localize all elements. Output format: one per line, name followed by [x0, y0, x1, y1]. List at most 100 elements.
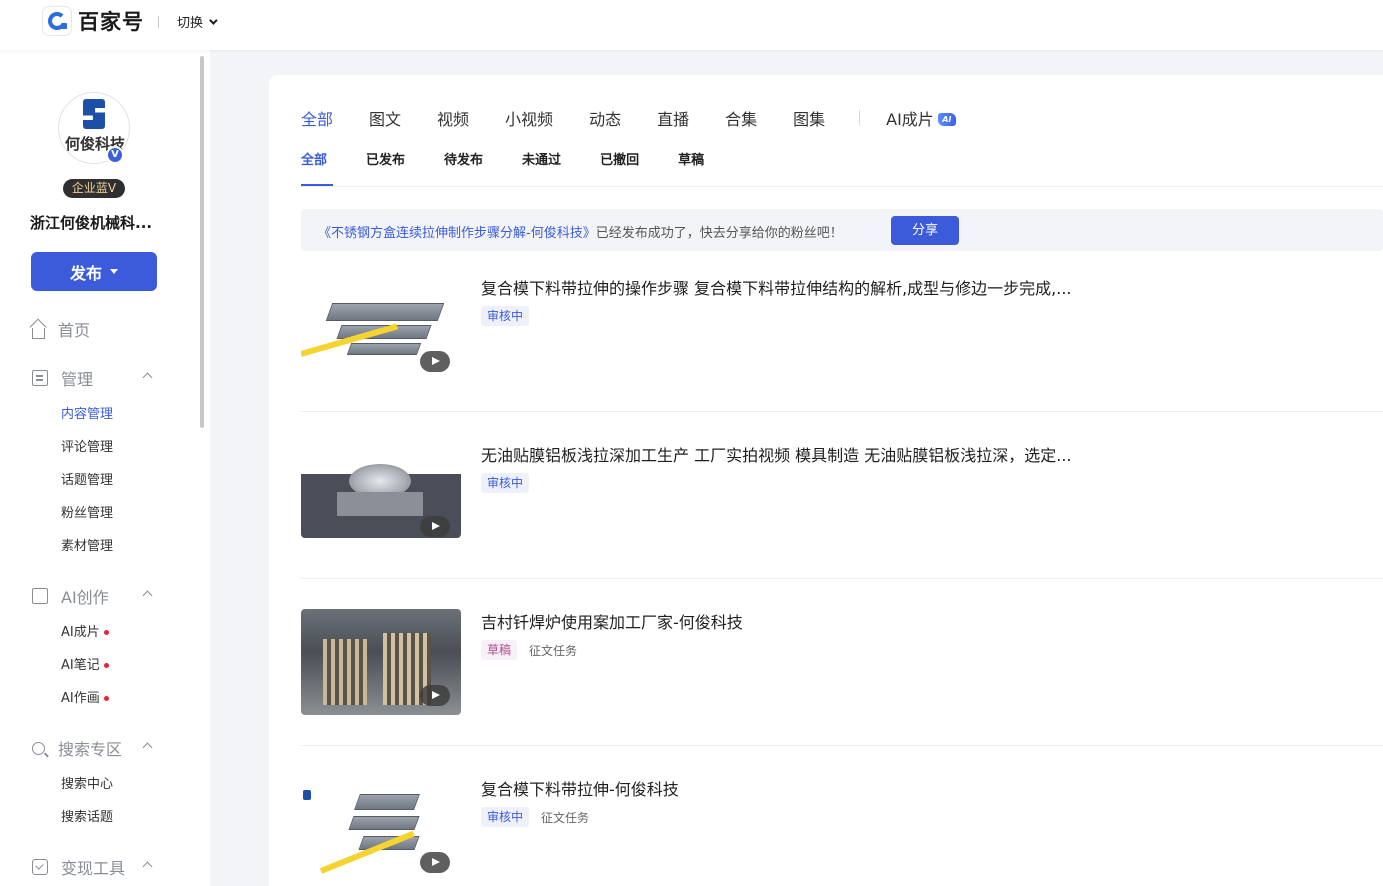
tab-short-video[interactable]: 小视频 [505, 106, 553, 130]
account-name[interactable]: 浙江何俊机械科... [30, 212, 170, 233]
status-tab-pending[interactable]: 待发布 [444, 149, 483, 168]
brand-logo-icon [303, 790, 311, 800]
header-divider [158, 16, 159, 28]
chevron-up-icon [142, 861, 153, 872]
search-icon [32, 741, 45, 755]
status-tab-rejected[interactable]: 未通过 [522, 149, 561, 168]
item-divider [301, 411, 1383, 412]
essay-task-tag: 征文任务 [541, 810, 590, 825]
sidebar-group-search[interactable]: 搜索专区 [32, 738, 153, 759]
status-tab-withdrawn[interactable]: 已撤回 [600, 149, 639, 168]
sidebar-item-label: AI笔记 [61, 658, 100, 673]
top-header: 百家号 切换 [0, 0, 1383, 50]
new-dot [103, 630, 109, 635]
publish-button[interactable]: 发布 [31, 252, 157, 291]
switch-label: 切换 [177, 16, 204, 31]
sidebar-item-label: AI作画 [61, 691, 100, 706]
chevron-down-icon [209, 15, 218, 25]
video-thumbnail[interactable] [301, 776, 461, 882]
sidebar-item-content-manage[interactable]: 内容管理 [61, 405, 113, 425]
die-plate [346, 343, 422, 355]
chevron-up-icon [142, 372, 153, 383]
tab-label: AI成片 [886, 110, 934, 129]
die-plate [348, 816, 420, 830]
sidebar-item-ai-video[interactable]: AI成片 [61, 623, 109, 643]
baijiahao-logo[interactable]: 百家号 [42, 6, 144, 36]
chevron-up-icon [142, 742, 153, 753]
status-tab-draft[interactable]: 草稿 [678, 149, 704, 168]
new-dot [103, 663, 109, 668]
tool-icon [32, 859, 48, 875]
sidebar-group-ai-create[interactable]: AI创作 [32, 586, 153, 607]
sidebar-scrollbar[interactable] [200, 56, 204, 428]
ai-badge-icon: AI [937, 113, 956, 126]
enterprise-badge: 企业蓝V [63, 179, 125, 198]
sidebar-item-home[interactable]: 首页 [32, 319, 91, 340]
tab-dynamic[interactable]: 动态 [589, 106, 621, 130]
sidebar-item-label: 首页 [58, 321, 91, 340]
sidebar-group-label: 变现工具 [61, 859, 126, 878]
sidebar: 何俊科技 V 企业蓝V 浙江何俊机械科... 发布 首页 管理 内容管理 评论管… [0, 50, 210, 886]
list-item[interactable]: 复合模下料带拉伸-何俊科技 审核中 征文任务 [301, 776, 1383, 886]
play-icon [420, 685, 450, 706]
status-tab-published[interactable]: 已发布 [366, 149, 405, 168]
doc-icon [32, 370, 48, 386]
item-title[interactable]: 复合模下料带拉伸的操作步骤 复合模下料带拉伸结构的解析,成型与修边一步完成,..… [481, 275, 1072, 299]
item-tags: 审核中 [481, 473, 530, 493]
status-badge: 审核中 [481, 473, 530, 493]
logo-text: 百家号 [78, 10, 144, 34]
sidebar-group-label: 搜索专区 [58, 740, 123, 759]
item-title[interactable]: 无油贴膜铝板浅拉深加工生产 工厂实拍视频 模具制造 无油贴膜铝板浅拉深，选定..… [481, 442, 1072, 466]
item-title[interactable]: 复合模下料带拉伸-何俊科技 [481, 776, 679, 800]
sidebar-group-manage[interactable]: 管理 [32, 368, 153, 389]
essay-task-tag: 征文任务 [529, 643, 578, 658]
tab-ai-video[interactable]: AI成片 AI [886, 106, 956, 130]
sidebar-item-topic-manage[interactable]: 话题管理 [61, 471, 113, 491]
list-item[interactable]: 吉村钎焊炉使用案加工厂家-何俊科技 草稿 征文任务 [301, 609, 1383, 759]
sidebar-item-fans-manage[interactable]: 粉丝管理 [61, 504, 113, 524]
notice-article-link[interactable]: 《不锈钢方盒连续拉伸制作步骤分解-何俊科技》 [318, 226, 596, 241]
item-divider [301, 578, 1383, 579]
tab-gallery[interactable]: 图集 [793, 106, 825, 130]
sidebar-item-search-topic[interactable]: 搜索话题 [61, 808, 113, 828]
share-button[interactable]: 分享 [891, 216, 959, 245]
status-tab-all[interactable]: 全部 [301, 149, 327, 168]
video-thumbnail[interactable] [301, 609, 461, 715]
play-icon [420, 516, 450, 537]
press-base [337, 492, 423, 516]
notice-message: 已经发布成功了，快去分享给你的粉丝吧！ [595, 226, 843, 241]
sidebar-item-comment-manage[interactable]: 评论管理 [61, 438, 113, 458]
video-thumbnail[interactable] [301, 275, 461, 381]
list-item[interactable]: 无油贴膜铝板浅拉深加工生产 工厂实拍视频 模具制造 无油贴膜铝板浅拉深，选定..… [301, 442, 1383, 592]
notice-text: 《不锈钢方盒连续拉伸制作步骤分解-何俊科技》已经发布成功了，快去分享给你的粉丝吧… [318, 222, 843, 241]
switch-account-dropdown[interactable]: 切换 [177, 12, 218, 31]
tab-article[interactable]: 图文 [369, 106, 401, 130]
video-thumbnail[interactable] [301, 456, 461, 538]
sidebar-item-search-center[interactable]: 搜索中心 [61, 775, 113, 795]
chevron-up-icon [142, 590, 153, 601]
verified-badge: V [106, 146, 124, 164]
item-title[interactable]: 吉村钎焊炉使用案加工厂家-何俊科技 [481, 609, 743, 633]
sidebar-item-ai-draw[interactable]: AI作画 [61, 689, 109, 709]
play-icon [420, 852, 450, 873]
tab-all[interactable]: 全部 [301, 106, 333, 130]
publish-success-notice: 《不锈钢方盒连续拉伸制作步骤分解-何俊科技》已经发布成功了，快去分享给你的粉丝吧… [301, 209, 1383, 251]
sidebar-group-label: 管理 [61, 370, 94, 389]
sidebar-item-material-manage[interactable]: 素材管理 [61, 537, 113, 557]
item-divider [301, 745, 1383, 746]
caret-down-icon [110, 269, 118, 274]
status-tabs: 全部 已发布 待发布 未通过 已撤回 草稿 [301, 149, 743, 168]
tab-video[interactable]: 视频 [437, 106, 469, 130]
status-badge: 审核中 [481, 306, 530, 326]
list-item[interactable]: 复合模下料带拉伸的操作步骤 复合模下料带拉伸结构的解析,成型与修边一步完成,..… [301, 275, 1383, 425]
new-dot [103, 696, 109, 701]
home-icon [32, 327, 45, 339]
status-badge: 草稿 [481, 640, 518, 660]
brazing-rack [323, 639, 367, 705]
ai-icon [32, 588, 48, 604]
tab-live[interactable]: 直播 [657, 106, 689, 130]
sidebar-item-ai-note[interactable]: AI笔记 [61, 656, 109, 676]
sidebar-group-monetize[interactable]: 变现工具 [32, 857, 153, 878]
tab-collection[interactable]: 合集 [725, 106, 757, 130]
content-type-tabs: 全部 图文 视频 小视频 动态 直播 合集 图集 AI成片 AI [301, 107, 956, 129]
